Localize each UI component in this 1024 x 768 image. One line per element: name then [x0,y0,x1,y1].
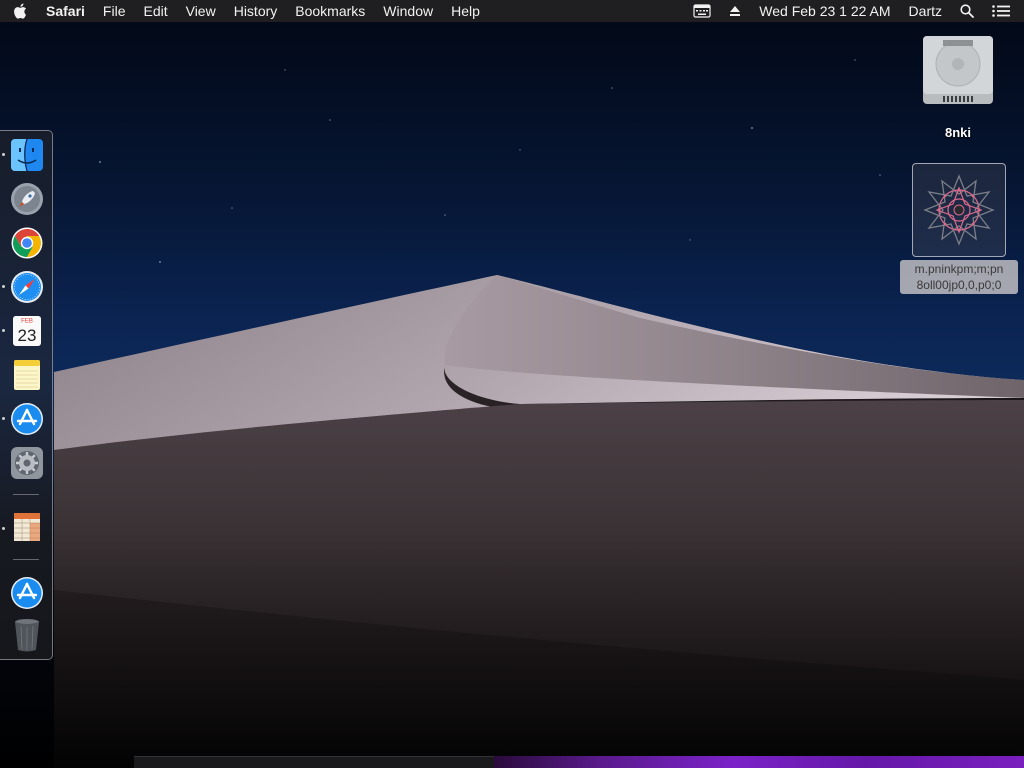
dock-item-trash[interactable] [9,617,45,653]
file-thumbnail [912,163,1006,257]
dock-item-system-preferences[interactable] [9,445,45,481]
menu-window[interactable]: Window [374,0,442,22]
notes-icon [14,360,40,390]
dock-item-finder[interactable] [9,137,45,173]
dock-item-launchpad[interactable] [9,181,45,217]
wallpaper [54,59,1024,768]
spotlight-icon[interactable] [951,4,983,18]
menu-bookmarks[interactable]: Bookmarks [286,0,374,22]
dock-separator [13,559,39,560]
desktop[interactable]: Safari File Edit View History Bookmarks … [0,0,1024,768]
apple-icon[interactable] [0,3,40,19]
keyboard-viewer-icon[interactable] [684,4,720,18]
file-label-line-1: m.pninkpm;m;pn [914,262,1004,276]
menu-edit[interactable]: Edit [134,0,176,22]
desktop-item-file[interactable]: m.pninkpm;m;pn 8oll00jp0,0,p0;0 [898,163,1020,294]
user-name[interactable]: Dartz [900,0,951,22]
compass-icon [11,271,43,303]
running-indicator [2,153,5,156]
notification-center-icon[interactable] [983,5,1024,17]
calendar-month: FEB [21,319,33,325]
dock-item-app-store[interactable] [9,401,45,437]
running-indicator [2,527,5,530]
menu-bar-right: Wed Feb 23 1 22 AM Dartz [684,0,1024,22]
calendar-icon: FEB 23 [13,316,41,346]
menu-app-safari[interactable]: Safari [40,0,94,22]
dock-item-notes[interactable] [9,357,45,393]
file-label: m.pninkpm;m;pn 8oll00jp0,0,p0;0 [900,260,1018,294]
menu-bar-left: Safari File Edit View History Bookmarks … [0,0,489,22]
hard-drive-icon [923,36,993,104]
rocket-icon [11,183,43,215]
menu-history[interactable]: History [225,0,287,22]
trash-icon [15,619,39,652]
menu-view[interactable]: View [177,0,225,22]
eject-icon[interactable] [720,5,750,17]
spreadsheet-icon [14,513,40,541]
desktop-item-hard-drive[interactable]: 8nki [912,32,1004,140]
star-pattern-icon [923,174,995,246]
clock-datetime[interactable]: Wed Feb 23 1 22 AM [750,0,899,22]
menu-bar: Safari File Edit View History Bookmarks … [0,0,1024,22]
gear-icon [11,447,43,479]
window-edge-dark [134,756,494,768]
dock-item-app-store-downloads[interactable] [9,575,45,611]
hard-drive-label: 8nki [944,125,971,140]
window-edge-strip [134,756,1024,768]
app-store-icon [11,403,43,435]
dock: FEB 23 [0,130,53,660]
menu-file[interactable]: File [94,0,135,22]
dock-item-spreadsheet[interactable] [9,509,45,545]
dock-item-chrome[interactable] [9,225,45,261]
menu-help[interactable]: Help [442,0,489,22]
running-indicator [2,329,5,332]
dock-separator [13,494,39,495]
file-label-line-2: 8oll00jp0,0,p0;0 [916,278,1002,292]
dock-item-calendar[interactable]: FEB 23 [9,313,45,349]
dock-item-safari[interactable] [9,269,45,305]
calendar-day: 23 [18,326,37,345]
app-store-icon [11,577,43,609]
finder-icon [11,138,43,172]
window-edge-purple [494,756,1024,768]
running-indicator [2,285,5,288]
chrome-icon [11,227,43,259]
running-indicator [2,417,5,420]
